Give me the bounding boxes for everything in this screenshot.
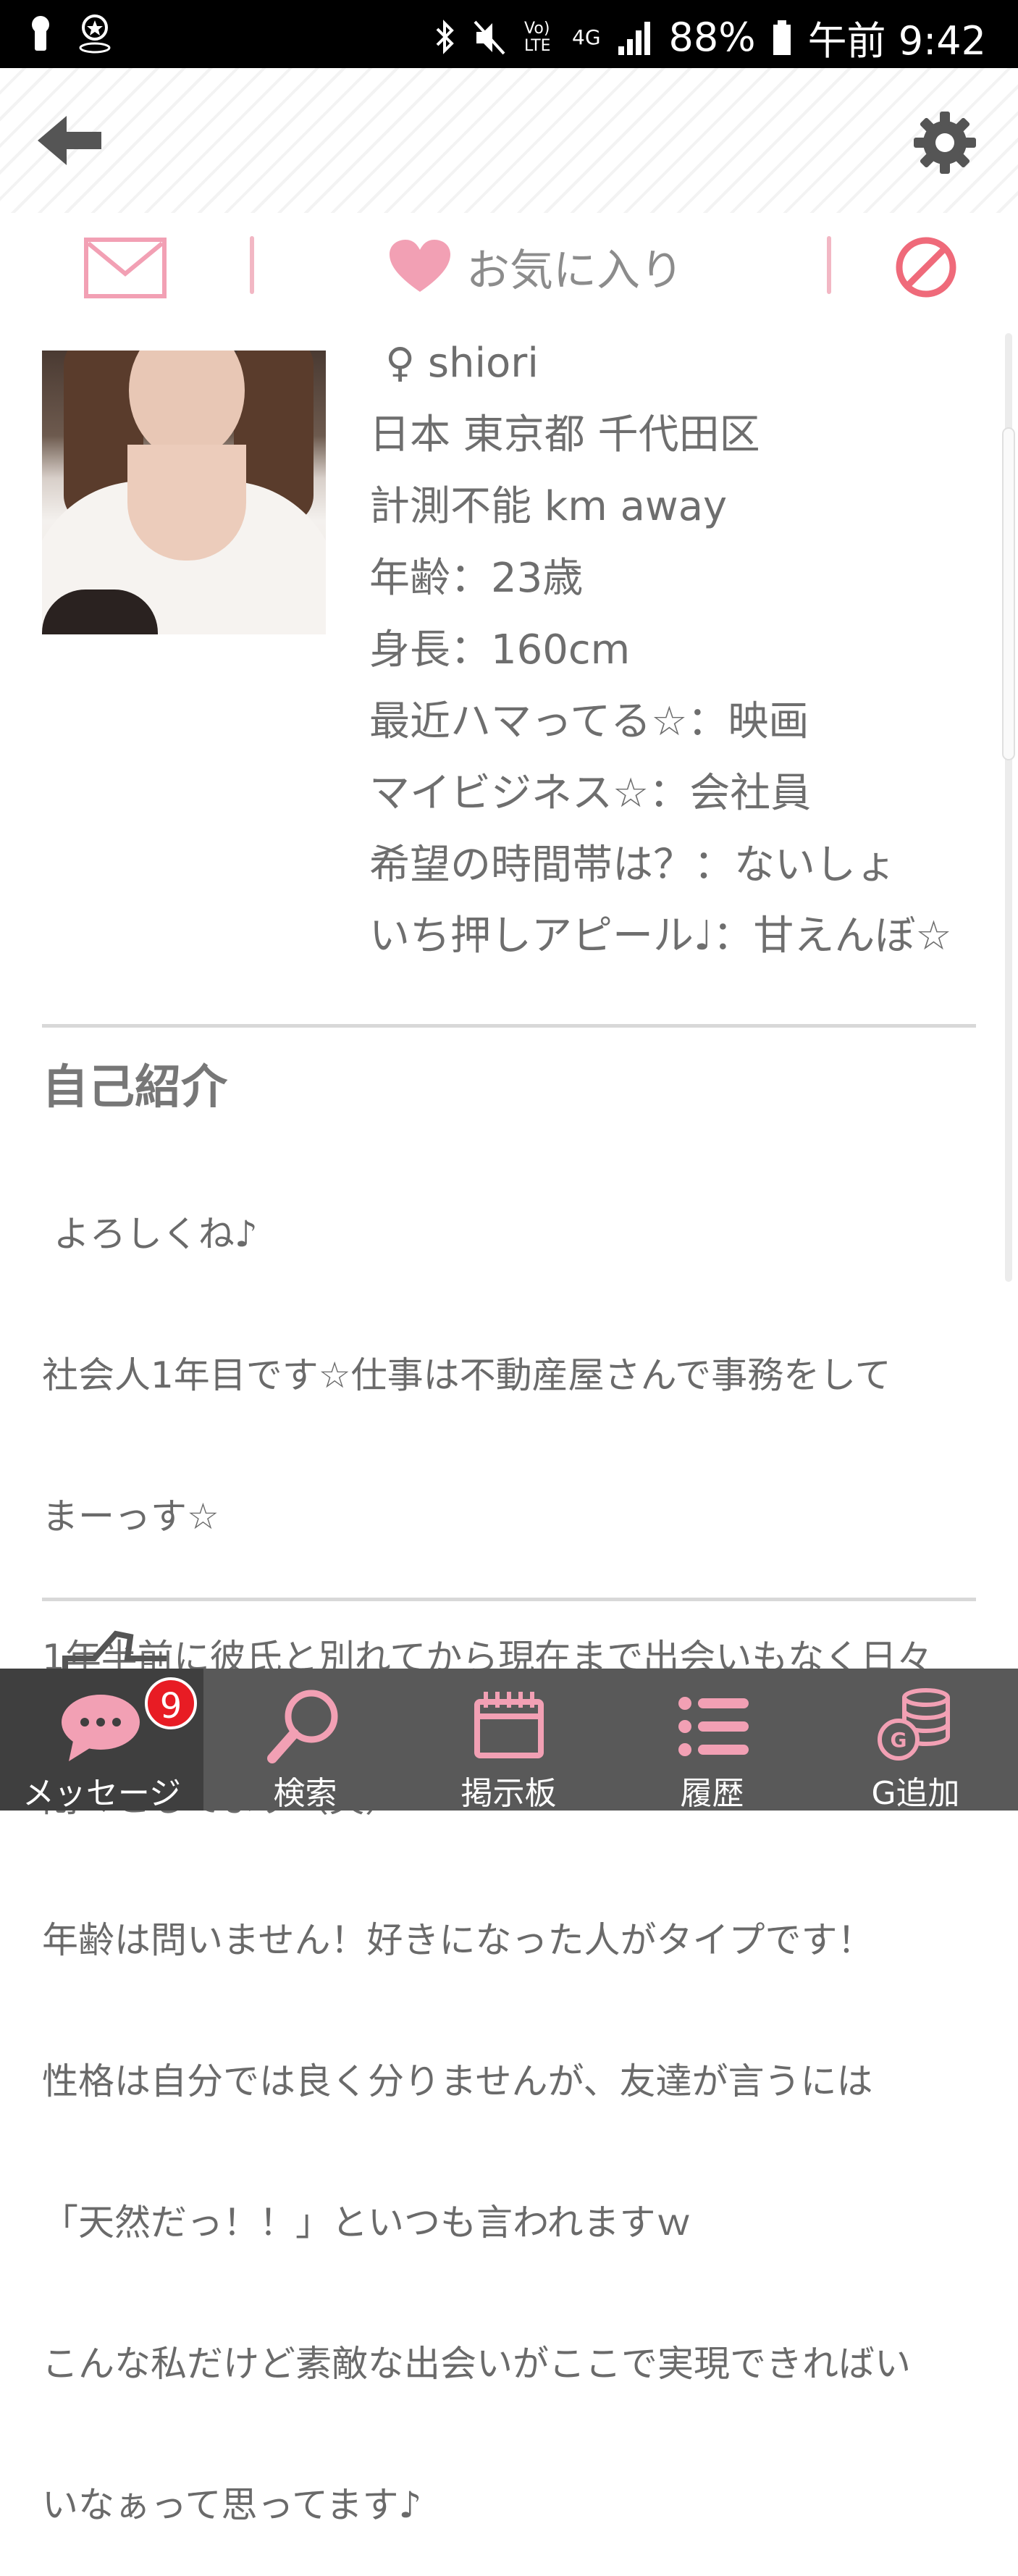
header [0, 68, 1018, 213]
bottom-nav: 9 メッセージ 検索 掲示板 履歴 G G追加 [0, 1669, 1018, 1812]
mute-icon [474, 20, 505, 54]
battery-percent: 88% [668, 14, 756, 60]
favorite-button[interactable]: お気に入り [390, 236, 683, 297]
divider [42, 1024, 976, 1028]
unread-badge: 9 [145, 1677, 197, 1729]
nav-add-points[interactable]: G G追加 [814, 1669, 1017, 1812]
intro-line: まーっす☆ [42, 1495, 219, 1537]
thumbs-up-icon [62, 1630, 167, 1673]
bluetooth-icon [436, 19, 454, 54]
signal-icon [618, 21, 650, 55]
nav-search[interactable]: 検索 [203, 1669, 407, 1812]
status-bar: Vo) LTE 4G 88% 午前 9:42 [0, 0, 1018, 68]
nav-messages[interactable]: 9 メッセージ [0, 1669, 203, 1812]
network-indicator: 4G [572, 25, 601, 49]
search-icon [266, 1690, 337, 1763]
profile-hobby: 最近ハマってる☆：映画 [369, 698, 809, 745]
next-section-partial [58, 1629, 999, 1673]
lte-indicator: Vo) LTE [524, 19, 551, 55]
divider [42, 1598, 976, 1601]
battery-icon [773, 20, 791, 55]
intro-line: よろしくね♪ [42, 1213, 258, 1255]
intro-line: 性格は自分では良く分りませんが、友達が言うには [42, 2060, 873, 2102]
intro-line: こんな私だけど素敵な出会いがここで実現できればい [42, 2343, 911, 2385]
intro-line: 年齢は問いません！好きになった人がタイプです！ [42, 1919, 874, 1961]
nav-label: 検索 [273, 1775, 337, 1812]
nav-history[interactable]: 履歴 [610, 1669, 814, 1812]
nav-label: メッセージ [22, 1775, 182, 1812]
profile-photo[interactable] [42, 351, 326, 634]
nav-label: G追加 [871, 1775, 960, 1812]
profile-distance: 計測不能 km away [369, 483, 728, 530]
intro-line: 「天然だっ！！」といつも言われますｗ [42, 2202, 692, 2244]
chat-bubble-icon [61, 1695, 140, 1761]
profile-appeal: いち押しアピール♩：甘えんぼ☆ [369, 912, 952, 960]
heart-icon [390, 240, 450, 292]
intro-text: よろしくね♪ 社会人1年目です☆仕事は不動産屋さんで事務をして まーっす☆ 1年… [42, 1117, 983, 2576]
clock: 午前 9:42 [807, 18, 986, 64]
profile-business: マイビジネス☆：会社員 [369, 770, 812, 817]
profile-name: ♀ shiori [385, 340, 539, 387]
intro-title: 自己紹介 [42, 1061, 227, 1115]
keyhole-icon [32, 16, 49, 51]
nav-label: 履歴 [680, 1775, 744, 1812]
nav-board[interactable]: 掲示板 [407, 1669, 610, 1812]
favorite-label: お気に入り [466, 245, 683, 296]
gear-icon[interactable] [912, 110, 977, 175]
profile-height: 身長：160cm [369, 626, 631, 674]
divider [250, 236, 254, 294]
block-icon[interactable] [895, 236, 957, 298]
profile-info: ♀ shiori 日本 東京都 千代田区 計測不能 km away 年齢：23歳… [369, 327, 992, 960]
scrollbar-thumb[interactable] [1002, 427, 1015, 760]
profile-time-preference: 希望の時間帯は？：ないしょ [369, 842, 896, 889]
action-bar: お気に入り [0, 213, 1018, 322]
list-icon [678, 1697, 749, 1756]
intro-line: いなぁって思ってます♪ [42, 2484, 422, 2526]
board-icon [474, 1692, 544, 1758]
svg-text:G: G [890, 1728, 906, 1752]
divider [827, 236, 831, 294]
nav-label: 掲示板 [460, 1775, 557, 1812]
location-star-icon [79, 14, 111, 54]
profile-age: 年齢：23歳 [369, 555, 584, 602]
profile-location: 日本 東京都 千代田区 [369, 411, 760, 458]
intro-line: 社会人1年目です☆仕事は不動産屋さんで事務をして [42, 1354, 891, 1396]
back-arrow-icon[interactable] [35, 112, 107, 169]
mail-icon[interactable] [84, 238, 167, 298]
coins-icon: G [877, 1688, 950, 1761]
